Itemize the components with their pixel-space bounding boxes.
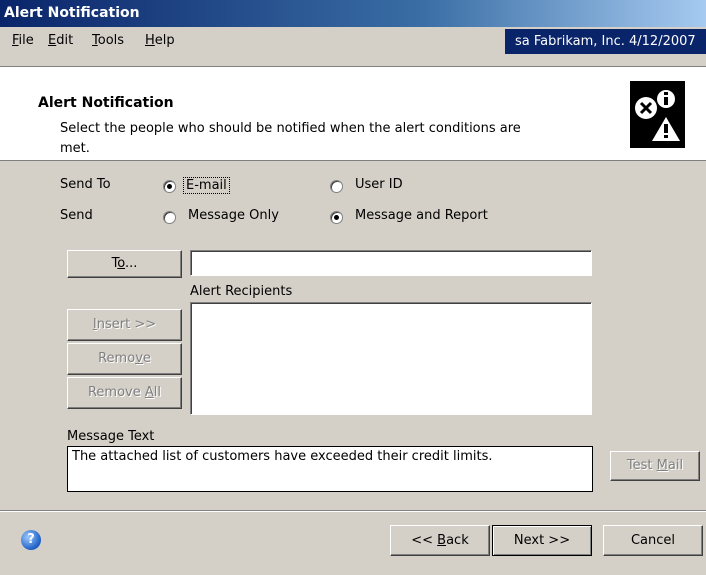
user-company-date: sa Fabrikam, Inc. 4/12/2007 [505,29,706,54]
send-label: Send [60,208,93,223]
message-text-label: Message Text [67,429,155,444]
footer-divider [0,510,706,512]
alert-recipients-label: Alert Recipients [190,284,293,299]
send-message-report-label[interactable]: Message and Report [355,208,488,223]
remove-all-button[interactable]: Remove All [67,377,182,409]
test-mail-button[interactable]: Test Mail [610,451,700,481]
send-to-label: Send To [60,177,111,192]
message-text-input[interactable]: The attached list of customers have exce… [67,446,593,492]
send-to-email-radio[interactable] [163,180,176,193]
send-to-userid-radio[interactable] [330,180,343,193]
send-message-report-radio[interactable] [330,211,343,224]
back-button[interactable]: << Back [390,525,490,556]
window-title-bar[interactable]: Alert Notification [0,0,706,27]
help-icon[interactable]: ? [21,530,41,550]
menu-tools[interactable]: Tools [92,33,124,48]
alert-recipients-list[interactable] [190,302,592,415]
send-to-email-label[interactable]: E-mail [183,177,230,194]
insert-button[interactable]: Insert >> [67,309,182,341]
remove-button[interactable]: Remove [67,343,182,375]
next-button[interactable]: Next >> [492,525,592,556]
cancel-button[interactable]: Cancel [603,525,703,556]
header-title: Alert Notification [38,95,174,111]
to-button[interactable]: To... [67,250,182,278]
menu-edit[interactable]: Edit [48,33,73,48]
menu-file[interactable]: File [12,33,34,48]
window-title: Alert Notification [4,5,140,21]
send-message-only-label[interactable]: Message Only [188,208,279,223]
send-message-only-radio[interactable] [163,211,176,224]
header-description: Select the people who should be notified… [60,121,521,156]
alert-warning-icon [630,81,685,148]
to-input[interactable] [190,250,592,276]
send-to-userid-label[interactable]: User ID [355,177,403,192]
menu-help[interactable]: Help [145,33,175,48]
